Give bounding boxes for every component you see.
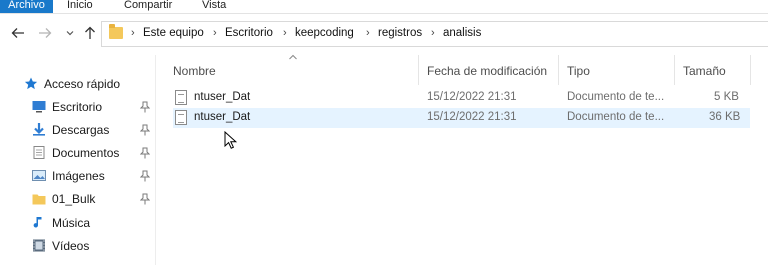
sidebar-item-label: Documentos xyxy=(52,146,120,160)
star-icon xyxy=(24,77,38,90)
folder-icon xyxy=(32,194,46,205)
breadcrumb-escritorio[interactable]: Escritorio xyxy=(225,27,273,39)
tab-archivo[interactable]: Archivo xyxy=(0,0,53,13)
breadcrumb-analisis[interactable]: analisis xyxy=(443,27,481,39)
file-size: 36 KB xyxy=(709,111,741,123)
ribbon: Archivo Inicio Compartir Vista xyxy=(0,0,768,14)
file-modified: 15/12/2022 21:31 xyxy=(427,111,517,123)
navigation-pane: Acceso rápido Escritorio Descargas Docum… xyxy=(0,55,156,265)
file-name: ntuser_Dat xyxy=(194,91,251,103)
sidebar-item-musica[interactable]: Música xyxy=(0,212,155,234)
navigation-bar: › Este equipo › Escritorio › keepcoding … xyxy=(0,13,768,55)
video-icon xyxy=(33,239,45,252)
chevron-right-icon[interactable]: › xyxy=(213,27,217,39)
file-modified: 15/12/2022 21:31 xyxy=(427,91,517,103)
file-list: Nombre Fecha de modificación Tipo Tamaño… xyxy=(156,53,768,265)
pin-icon xyxy=(139,170,151,182)
sidebar-item-videos[interactable]: Vídeos xyxy=(0,235,155,257)
column-divider[interactable] xyxy=(418,55,419,85)
chevron-right-icon[interactable]: › xyxy=(131,27,135,39)
pin-icon xyxy=(139,147,151,159)
sidebar-item-label: Acceso rápido xyxy=(44,77,121,91)
arrow-right-icon xyxy=(39,28,52,38)
file-type: Documento de te... xyxy=(567,91,665,103)
sidebar-item-01-bulk[interactable]: 01_Bulk xyxy=(0,188,155,210)
column-header-size[interactable]: Tamaño xyxy=(683,64,726,78)
column-header-name[interactable]: Nombre xyxy=(173,64,216,78)
text-file-icon xyxy=(175,110,187,125)
sidebar-item-imagenes[interactable]: Imágenes xyxy=(0,165,155,187)
column-divider[interactable] xyxy=(674,55,675,85)
sidebar-item-acceso-rapido[interactable]: Acceso rápido xyxy=(0,73,155,95)
folder-icon xyxy=(109,24,123,39)
sidebar-item-label: Música xyxy=(52,216,91,230)
sidebar-item-label: Imágenes xyxy=(52,169,105,183)
address-bar[interactable]: › Este equipo › Escritorio › keepcoding … xyxy=(101,21,768,47)
table-row[interactable]: ntuser_Dat 15/12/2022 21:31 Documento de… xyxy=(173,108,750,128)
up-button[interactable] xyxy=(82,23,98,43)
download-icon xyxy=(33,123,45,136)
breadcrumb-este-equipo[interactable]: Este equipo xyxy=(143,27,204,39)
file-name: ntuser_Dat xyxy=(194,111,251,123)
sidebar-item-label: Descargas xyxy=(52,123,110,137)
pin-icon xyxy=(139,124,151,136)
tab-compartir[interactable]: Compartir xyxy=(124,0,172,13)
sidebar-item-label: Vídeos xyxy=(52,239,90,253)
column-header-modified[interactable]: Fecha de modificación xyxy=(427,64,547,78)
documents-icon xyxy=(33,146,45,159)
column-header-type[interactable]: Tipo xyxy=(567,64,590,78)
pictures-icon xyxy=(32,170,46,181)
chevron-right-icon[interactable]: › xyxy=(431,27,435,39)
sidebar-item-documentos[interactable]: Documentos xyxy=(0,142,155,164)
back-button[interactable] xyxy=(10,23,26,43)
chevron-down-icon xyxy=(66,31,74,36)
arrow-up-icon xyxy=(85,26,95,39)
mouse-cursor-icon xyxy=(224,131,238,149)
table-row[interactable]: ntuser_Dat 15/12/2022 21:31 Documento de… xyxy=(173,88,750,108)
column-divider[interactable] xyxy=(558,55,559,85)
recent-locations-button[interactable] xyxy=(62,23,78,43)
sort-ascending-icon xyxy=(288,53,298,64)
sidebar-item-descargas[interactable]: Descargas xyxy=(0,119,155,141)
pin-icon xyxy=(139,193,151,205)
tab-inicio[interactable]: Inicio xyxy=(67,0,93,13)
column-divider[interactable] xyxy=(750,55,751,85)
pin-icon xyxy=(139,101,151,113)
file-size: 5 KB xyxy=(714,91,739,103)
file-type: Documento de te... xyxy=(567,111,665,123)
chevron-right-icon[interactable]: › xyxy=(366,27,370,39)
arrow-left-icon xyxy=(11,28,24,38)
tab-vista[interactable]: Vista xyxy=(202,0,226,13)
music-icon xyxy=(33,217,42,228)
desktop-icon xyxy=(32,101,46,113)
sidebar-item-label: Escritorio xyxy=(52,100,103,114)
sidebar-item-label: 01_Bulk xyxy=(52,192,96,206)
text-file-icon xyxy=(175,90,187,105)
sidebar-item-escritorio[interactable]: Escritorio xyxy=(0,96,155,118)
breadcrumb-keepcoding[interactable]: keepcoding xyxy=(295,27,354,39)
forward-button[interactable] xyxy=(37,23,53,43)
chevron-right-icon[interactable]: › xyxy=(283,27,287,39)
breadcrumb-registros[interactable]: registros xyxy=(378,27,422,39)
